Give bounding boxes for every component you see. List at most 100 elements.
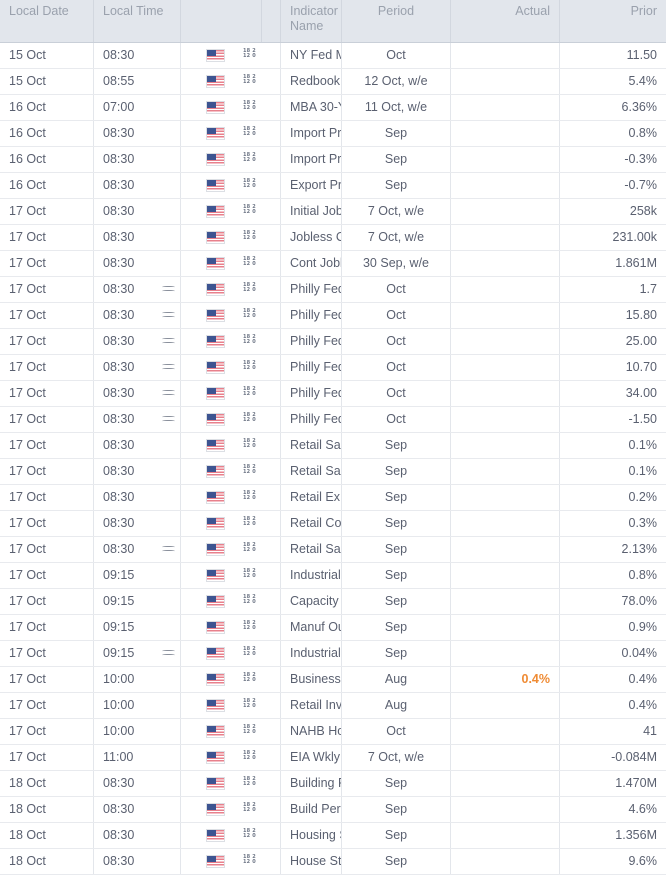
table-row[interactable]: 16 Oct08:3018 212 0Import Prices YYSep0.… (0, 120, 666, 146)
table-row[interactable]: 15 Oct08:5518 212 0Redbook YY12 Oct, w/e… (0, 68, 666, 94)
cell-indicator-name[interactable]: Import Prices MM (281, 146, 342, 172)
numeric-data-icon[interactable]: 18 212 0 (243, 543, 255, 555)
table-row[interactable]: 18 Oct08:3018 212 0House Starts MM: Chan… (0, 848, 666, 874)
table-row[interactable]: 18 Oct08:3018 212 0Build Permits: Change… (0, 796, 666, 822)
table-row[interactable]: 17 Oct09:1518 212 0Capacity Utilization … (0, 588, 666, 614)
cell-indicator-name[interactable]: Build Permits: Change MM (281, 796, 342, 822)
numeric-data-icon[interactable]: 18 212 0 (243, 673, 255, 685)
column-header-actual[interactable]: Actual (451, 0, 560, 42)
table-row[interactable]: 17 Oct08:3018 212 0Retail Sales MMSep0.1… (0, 432, 666, 458)
cell-indicator-name[interactable]: House Starts MM: Change (281, 848, 342, 874)
table-row[interactable]: 17 Oct08:3018 212 0Retail ControlSep0.3% (0, 510, 666, 536)
cell-indicator-name[interactable]: Retail Inventories Ex-Auto Rev (281, 692, 342, 718)
table-row[interactable]: 17 Oct08:3018 212 0Cont Jobless Clm30 Se… (0, 250, 666, 276)
numeric-data-icon[interactable]: 18 212 0 (243, 803, 255, 815)
column-header-local-date[interactable]: Local Date (0, 0, 94, 42)
numeric-data-icon[interactable]: 18 212 0 (243, 621, 255, 633)
cell-indicator-name[interactable]: Philly Fed 6M Index (281, 302, 342, 328)
cell-indicator-name[interactable]: Export Prices MM (281, 172, 342, 198)
cell-indicator-name[interactable]: Industrial Production MM (281, 562, 342, 588)
numeric-data-icon[interactable]: 18 212 0 (243, 75, 255, 87)
numeric-data-icon[interactable]: 18 212 0 (243, 725, 255, 737)
table-row[interactable]: 17 Oct08:3018 212 0Philly Fed New Orders… (0, 406, 666, 432)
numeric-data-icon[interactable]: 18 212 0 (243, 179, 255, 191)
numeric-data-icon[interactable]: 18 212 0 (243, 283, 255, 295)
table-row[interactable]: 18 Oct08:3018 212 0Housing Starts Number… (0, 822, 666, 848)
table-row[interactable]: 17 Oct08:3018 212 0Philly Fed Capex Inde… (0, 328, 666, 354)
table-row[interactable]: 17 Oct08:3018 212 0Philly Fed Business I… (0, 276, 666, 302)
cell-indicator-name[interactable]: Retail Sales MM (281, 432, 342, 458)
column-header-period[interactable]: Period (342, 0, 451, 42)
numeric-data-icon[interactable]: 18 212 0 (243, 387, 255, 399)
table-row[interactable]: 16 Oct07:0018 212 0MBA 30-Yr Mortgage Ra… (0, 94, 666, 120)
table-row[interactable]: 17 Oct08:3018 212 0Retail Sales Ex-Autos… (0, 458, 666, 484)
cell-indicator-name[interactable]: Philly Fed Business Indx (281, 276, 342, 302)
numeric-data-icon[interactable]: 18 212 0 (243, 491, 255, 503)
cell-indicator-name[interactable]: Retail Sales Ex-Autos MM (281, 458, 342, 484)
table-row[interactable]: 17 Oct10:0018 212 0NAHB Housing Market I… (0, 718, 666, 744)
cell-indicator-name[interactable]: Business Inventories MM (281, 666, 342, 692)
numeric-data-icon[interactable]: 18 212 0 (243, 101, 255, 113)
table-row[interactable]: 15 Oct08:3018 212 0NY Fed ManufacturingO… (0, 42, 666, 68)
table-row[interactable]: 17 Oct09:1518 212 0Manuf Output MMSep0.9… (0, 614, 666, 640)
table-row[interactable]: 17 Oct09:1518 212 0Industrial Production… (0, 562, 666, 588)
cell-indicator-name[interactable]: Cont Jobless Clm (281, 250, 342, 276)
numeric-data-icon[interactable]: 18 212 0 (243, 309, 255, 321)
numeric-data-icon[interactable]: 18 212 0 (243, 647, 255, 659)
table-row[interactable]: 17 Oct08:3018 212 0Philly Fed Prices Pai… (0, 380, 666, 406)
cell-indicator-name[interactable]: Initial Jobless Clm (281, 198, 342, 224)
numeric-data-icon[interactable]: 18 212 0 (243, 569, 255, 581)
cell-indicator-name[interactable]: MBA 30-Yr Mortgage Rate (281, 94, 342, 120)
numeric-data-icon[interactable]: 18 212 0 (243, 257, 255, 269)
cell-indicator-name[interactable]: Philly Fed Employment (281, 354, 342, 380)
numeric-data-icon[interactable]: 18 212 0 (243, 49, 255, 61)
table-row[interactable]: 17 Oct09:1518 212 0Industrial Production… (0, 640, 666, 666)
column-header-indicator-name[interactable]: Indicator Name (281, 0, 342, 42)
numeric-data-icon[interactable]: 18 212 0 (243, 335, 255, 347)
numeric-data-icon[interactable]: 18 212 0 (243, 231, 255, 243)
numeric-data-icon[interactable]: 18 212 0 (243, 465, 255, 477)
numeric-data-icon[interactable]: 18 212 0 (243, 595, 255, 607)
table-row[interactable]: 17 Oct10:0018 212 0Retail Inventories Ex… (0, 692, 666, 718)
numeric-data-icon[interactable]: 18 212 0 (243, 361, 255, 373)
cell-indicator-name[interactable]: Industrial Production YoY (281, 640, 342, 666)
table-row[interactable]: 17 Oct10:0018 212 0Business Inventories … (0, 666, 666, 692)
cell-indicator-name[interactable]: Redbook YY (281, 68, 342, 94)
table-row[interactable]: 18 Oct08:3018 212 0Building Permits: Num… (0, 770, 666, 796)
numeric-data-icon[interactable]: 18 212 0 (243, 153, 255, 165)
table-row[interactable]: 17 Oct08:3018 212 0Jobless Clm 4Wk Avg7 … (0, 224, 666, 250)
numeric-data-icon[interactable]: 18 212 0 (243, 205, 255, 217)
cell-indicator-name[interactable]: Building Permits: Number (281, 770, 342, 796)
column-header-country-flag[interactable] (181, 0, 262, 42)
numeric-data-icon[interactable]: 18 212 0 (243, 751, 255, 763)
cell-indicator-name[interactable]: Capacity Utilization SA (281, 588, 342, 614)
table-row[interactable]: 17 Oct08:3018 212 0Retail Ex Gas/AutosSe… (0, 484, 666, 510)
cell-indicator-name[interactable]: Import Prices YY (281, 120, 342, 146)
table-row[interactable]: 17 Oct08:3018 212 0Philly Fed 6M IndexOc… (0, 302, 666, 328)
column-header-local-time[interactable]: Local Time (94, 0, 181, 42)
numeric-data-icon[interactable]: 18 212 0 (243, 517, 255, 529)
cell-indicator-name[interactable]: Retail Control (281, 510, 342, 536)
cell-indicator-name[interactable]: Philly Fed New Orders (281, 406, 342, 432)
table-row[interactable]: 17 Oct08:3018 212 0Philly Fed Employment… (0, 354, 666, 380)
table-row[interactable]: 16 Oct08:3018 212 0Export Prices MMSep-0… (0, 172, 666, 198)
cell-indicator-name[interactable]: NAHB Housing Market Indx (281, 718, 342, 744)
numeric-data-icon[interactable]: 18 212 0 (243, 855, 255, 867)
numeric-data-icon[interactable]: 18 212 0 (243, 439, 255, 451)
cell-indicator-name[interactable]: Jobless Clm 4Wk Avg (281, 224, 342, 250)
numeric-data-icon[interactable]: 18 212 0 (243, 829, 255, 841)
numeric-data-icon[interactable]: 18 212 0 (243, 413, 255, 425)
table-row[interactable]: 16 Oct08:3018 212 0Import Prices MMSep-0… (0, 146, 666, 172)
cell-indicator-name[interactable]: Retail Sales YoY (281, 536, 342, 562)
cell-indicator-name[interactable]: Manuf Output MM (281, 614, 342, 640)
column-header-prior[interactable]: Prior (560, 0, 666, 42)
cell-indicator-name[interactable]: Housing Starts Number (281, 822, 342, 848)
numeric-data-icon[interactable]: 18 212 0 (243, 699, 255, 711)
table-row[interactable]: 17 Oct11:0018 212 0EIA Wkly Crude Export… (0, 744, 666, 770)
cell-indicator-name[interactable]: NY Fed Manufacturing (281, 42, 342, 68)
numeric-data-icon[interactable]: 18 212 0 (243, 127, 255, 139)
numeric-data-icon[interactable]: 18 212 0 (243, 777, 255, 789)
table-row[interactable]: 17 Oct08:3018 212 0Initial Jobless Clm7 … (0, 198, 666, 224)
cell-indicator-name[interactable]: Philly Fed Capex Index (281, 328, 342, 354)
table-row[interactable]: 17 Oct08:3018 212 0Retail Sales YoYSep2.… (0, 536, 666, 562)
